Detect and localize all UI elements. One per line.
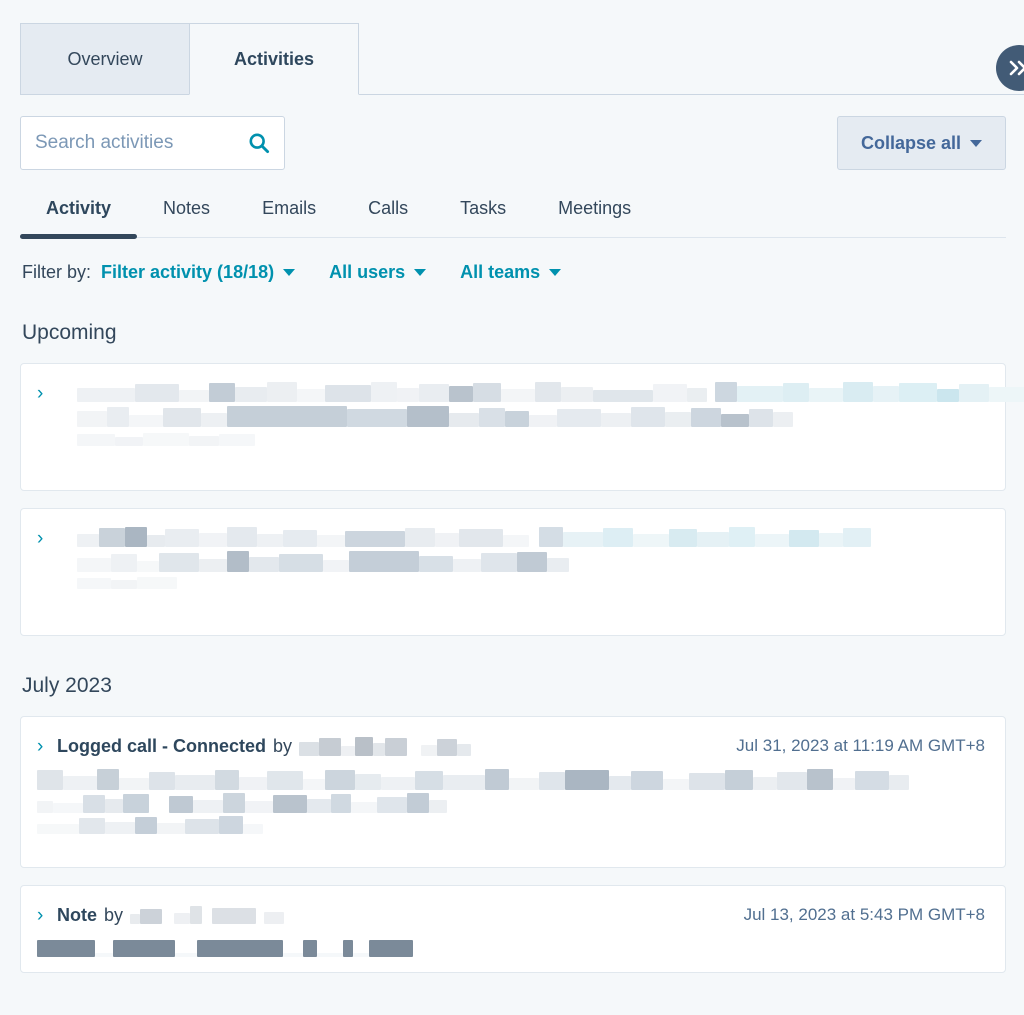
redacted-author [130,906,284,924]
top-tab-strip: Overview Activities [0,0,1024,95]
activity-timestamp-note: Jul 13, 2023 at 5:43 PM GMT+8 [728,904,985,926]
filter-bar: Filter by: Filter activity (18/18) All u… [22,262,1024,283]
redacted-author [299,737,471,756]
activity-card-upcoming-2[interactable]: › [20,508,1006,636]
tab-overview[interactable]: Overview [20,23,190,95]
tab-activities-label: Activities [234,49,314,70]
subnav-item-meetings[interactable]: Meetings [532,194,657,237]
collapse-all-button[interactable]: Collapse all [837,116,1006,170]
redacted-body [37,939,985,957]
activity-timestamp-logged-call: Jul 31, 2023 at 11:19 AM GMT+8 [720,735,985,757]
subnav-item-notes[interactable]: Notes [137,194,236,237]
filter-activity-label: Filter activity (18/18) [101,262,274,283]
tab-overview-label: Overview [67,49,142,70]
activity-type-label: Logged call - Connected [57,735,266,757]
chevron-right-icon[interactable]: › [37,382,57,405]
caret-down-icon [414,269,426,276]
redacted-content [77,382,1024,446]
subnav-label-calls: Calls [368,198,408,218]
chevron-right-icon[interactable]: › [37,735,57,758]
subnav-label-tasks: Tasks [460,198,506,218]
filter-all-users-dropdown[interactable]: All users [329,262,426,283]
filter-activity-dropdown[interactable]: Filter activity (18/18) [101,262,295,283]
caret-down-icon [970,140,982,147]
section-title-july-2023: July 2023 [22,674,1024,698]
chevron-right-icon[interactable]: › [37,904,57,927]
collapse-all-label: Collapse all [861,133,961,154]
search-input[interactable] [21,117,284,169]
activity-card-note[interactable]: › Note by Jul 13, 2023 at 5:43 PM GMT+8 [20,885,1006,973]
activity-by-label: by [273,735,292,757]
activities-page: Overview Activities Collapse all [0,0,1024,1015]
filter-by-label: Filter by: [22,262,91,283]
subnav-label-meetings: Meetings [558,198,631,218]
chevron-right-icon[interactable]: › [37,527,57,550]
activity-subnav: Activity Notes Emails Calls Tasks Meetin… [20,194,1006,238]
filter-all-teams-dropdown[interactable]: All teams [460,262,561,283]
filter-all-users-label: All users [329,262,405,283]
search-activities-box[interactable] [20,116,285,170]
section-title-upcoming: Upcoming [22,321,1024,345]
tab-activities[interactable]: Activities [189,23,359,95]
subnav-item-calls[interactable]: Calls [342,194,434,237]
filter-all-teams-label: All teams [460,262,540,283]
redacted-content [77,527,985,589]
subnav-item-tasks[interactable]: Tasks [434,194,532,237]
activity-title-logged-call: Logged call - Connected by [57,735,720,757]
subnav-label-notes: Notes [163,198,210,218]
activity-type-label: Note [57,904,97,926]
activity-title-note: Note by [57,904,728,926]
subnav-item-activity[interactable]: Activity [20,194,137,237]
toolbar: Collapse all [20,116,1006,170]
activity-card-logged-call[interactable]: › Logged call - Connected by Jul 31, 202… [20,716,1006,868]
subnav-label-emails: Emails [262,198,316,218]
subnav-item-emails[interactable]: Emails [236,194,342,237]
activity-card-upcoming-1[interactable]: › [20,363,1006,491]
activity-by-label: by [104,904,123,926]
subnav-label-activity: Activity [46,198,111,218]
caret-down-icon [283,269,295,276]
redacted-body [37,768,985,834]
caret-down-icon [549,269,561,276]
